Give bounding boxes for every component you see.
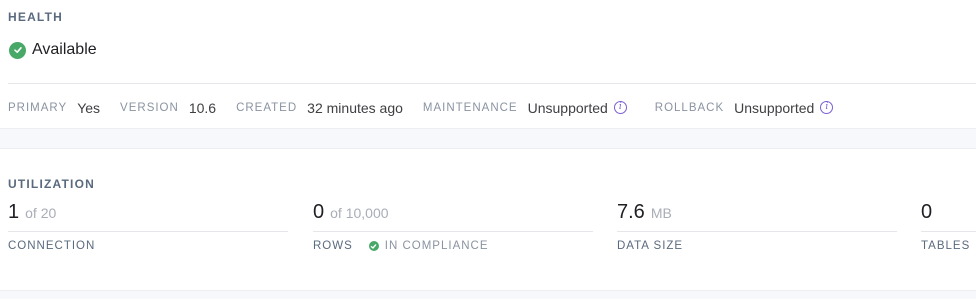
maintenance-value: Unsupported — [527, 100, 608, 116]
rollback-info-icon[interactable]: i — [820, 100, 834, 114]
rows-label: ROWS — [313, 240, 353, 252]
compliance-text: IN COMPLIANCE — [384, 240, 489, 252]
utilization-section-title: UTILIZATION — [8, 177, 95, 191]
data-size-label: DATA SIZE — [617, 240, 684, 252]
rows-value: 0 — [313, 201, 325, 223]
connection-value: 1 — [8, 201, 20, 223]
connection-limit: of 20 — [25, 205, 57, 221]
tables-label: TABLES — [921, 240, 971, 252]
data-size-value: 7.6 — [617, 201, 645, 223]
created-key: CREATED — [236, 102, 298, 114]
rollback-value: Unsupported — [734, 100, 815, 116]
created-value: 32 minutes ago — [307, 100, 403, 116]
tables-value: 0 — [921, 201, 933, 223]
divider — [8, 83, 976, 84]
connection-label: CONNECTION — [8, 240, 96, 252]
health-meta-row: PRIMARY Yes VERSION 10.6 CREATED 32 minu… — [8, 99, 834, 117]
rollback-key: ROLLBACK — [654, 102, 725, 114]
version-key: VERSION — [120, 102, 179, 114]
compliance-badge: IN COMPLIANCE — [368, 240, 489, 252]
data-size-unit: MB — [650, 205, 672, 221]
primary-key: PRIMARY — [8, 102, 68, 114]
connection-metric: 1 of 20 CONNECTION — [8, 201, 288, 252]
rows-metric: 0 of 10,000 ROWS IN COMPLIANCE — [313, 201, 593, 252]
health-status: Available — [9, 41, 97, 59]
tables-metric: 0 TABLES — [921, 201, 976, 252]
health-section-title: HEALTH — [8, 10, 63, 24]
maintenance-key: MAINTENANCE — [422, 102, 518, 114]
maintenance-info-icon[interactable]: i — [613, 100, 627, 114]
section-separator — [0, 128, 976, 149]
primary-value: Yes — [77, 100, 101, 116]
rows-limit: of 10,000 — [330, 205, 389, 221]
health-status-text: Available — [32, 41, 97, 58]
check-circle-icon — [368, 241, 379, 251]
bottom-separator — [0, 290, 976, 299]
data-size-metric: 7.6 MB DATA SIZE — [617, 201, 897, 252]
check-circle-icon — [9, 41, 26, 59]
version-value: 10.6 — [188, 100, 217, 116]
